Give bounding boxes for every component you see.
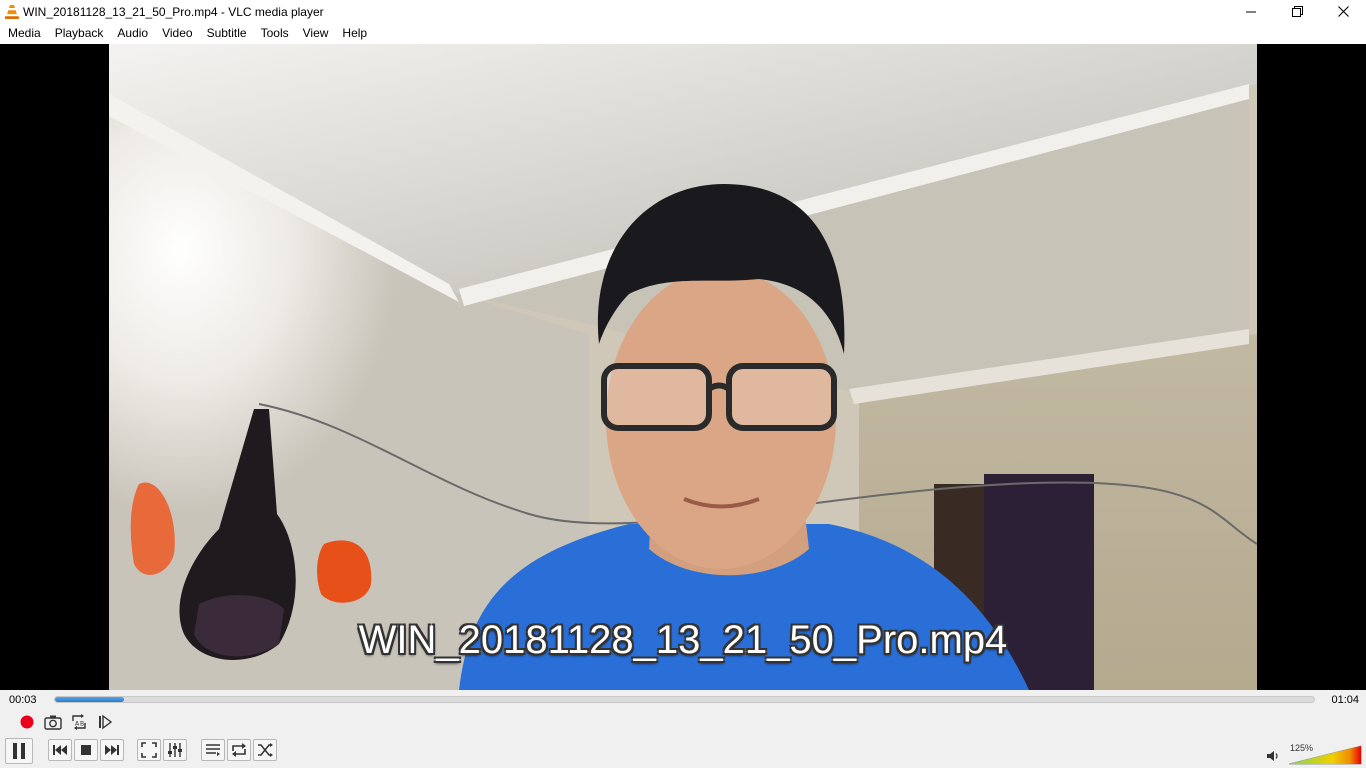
fullscreen-button[interactable] xyxy=(137,739,161,761)
menu-subtitle[interactable]: Subtitle xyxy=(200,23,254,44)
stop-icon xyxy=(81,745,91,755)
title-bar: WIN_20181128_13_21_50_Pro.mp4 - VLC medi… xyxy=(0,0,1366,23)
seek-row: 00:03 01:04 xyxy=(0,690,1366,710)
loop-ab-button[interactable]: AB xyxy=(67,711,91,733)
pause-icon xyxy=(13,743,25,759)
seek-bar[interactable] xyxy=(54,696,1315,703)
menu-playback[interactable]: Playback xyxy=(48,23,111,44)
volume-control[interactable]: 125% xyxy=(1264,740,1364,766)
shuffle-icon xyxy=(258,743,273,757)
pause-button[interactable] xyxy=(5,738,33,764)
shuffle-button[interactable] xyxy=(253,739,277,761)
minimize-icon xyxy=(1246,11,1256,12)
minimize-button[interactable] xyxy=(1228,0,1274,23)
snapshot-button[interactable] xyxy=(41,711,65,733)
window-title: WIN_20181128_13_21_50_Pro.mp4 - VLC medi… xyxy=(23,4,324,19)
control-panel: 00:03 01:04 AB 125% xyxy=(0,690,1366,768)
elapsed-time[interactable]: 00:03 xyxy=(9,694,37,706)
volume-slider[interactable] xyxy=(1288,743,1362,765)
extended-settings-button[interactable] xyxy=(163,739,187,761)
menu-video[interactable]: Video xyxy=(155,23,199,44)
video-area[interactable]: WIN_20181128_13_21_50_Pro.mp4 xyxy=(0,44,1366,690)
loop-button[interactable] xyxy=(227,739,251,761)
video-image xyxy=(109,44,1257,690)
next-button[interactable] xyxy=(100,739,124,761)
video-title-overlay: WIN_20181128_13_21_50_Pro.mp4 xyxy=(358,618,1008,662)
speaker-icon[interactable] xyxy=(1266,749,1280,763)
vlc-cone-icon xyxy=(5,4,19,19)
stop-button[interactable] xyxy=(74,739,98,761)
close-icon xyxy=(1337,6,1349,17)
restore-button[interactable] xyxy=(1274,0,1320,23)
video-frame[interactable]: WIN_20181128_13_21_50_Pro.mp4 xyxy=(109,44,1257,690)
menu-bar: Media Playback Audio Video Subtitle Tool… xyxy=(0,23,1366,44)
loop-icon xyxy=(232,743,246,757)
playlist-icon xyxy=(206,744,220,756)
frame-step-button[interactable] xyxy=(93,711,117,733)
extended-settings-icon xyxy=(168,743,182,757)
menu-tools[interactable]: Tools xyxy=(254,23,296,44)
restore-icon xyxy=(1291,6,1303,17)
svg-text:B: B xyxy=(80,721,84,728)
previous-button[interactable] xyxy=(48,739,72,761)
close-button[interactable] xyxy=(1320,0,1366,23)
playlist-button[interactable] xyxy=(201,739,225,761)
snapshot-icon xyxy=(44,715,62,730)
menu-help[interactable]: Help xyxy=(335,23,374,44)
menu-view[interactable]: View xyxy=(296,23,336,44)
seek-bar-progress xyxy=(55,697,125,702)
frame-step-icon xyxy=(99,714,113,730)
record-button[interactable] xyxy=(15,711,39,733)
menu-media[interactable]: Media xyxy=(1,23,48,44)
record-icon xyxy=(20,715,34,729)
menu-audio[interactable]: Audio xyxy=(110,23,155,44)
loop-ab-icon: AB xyxy=(72,714,86,730)
next-icon xyxy=(105,745,119,755)
fullscreen-icon xyxy=(141,742,157,758)
previous-icon xyxy=(53,745,67,755)
total-time[interactable]: 01:04 xyxy=(1331,694,1359,706)
